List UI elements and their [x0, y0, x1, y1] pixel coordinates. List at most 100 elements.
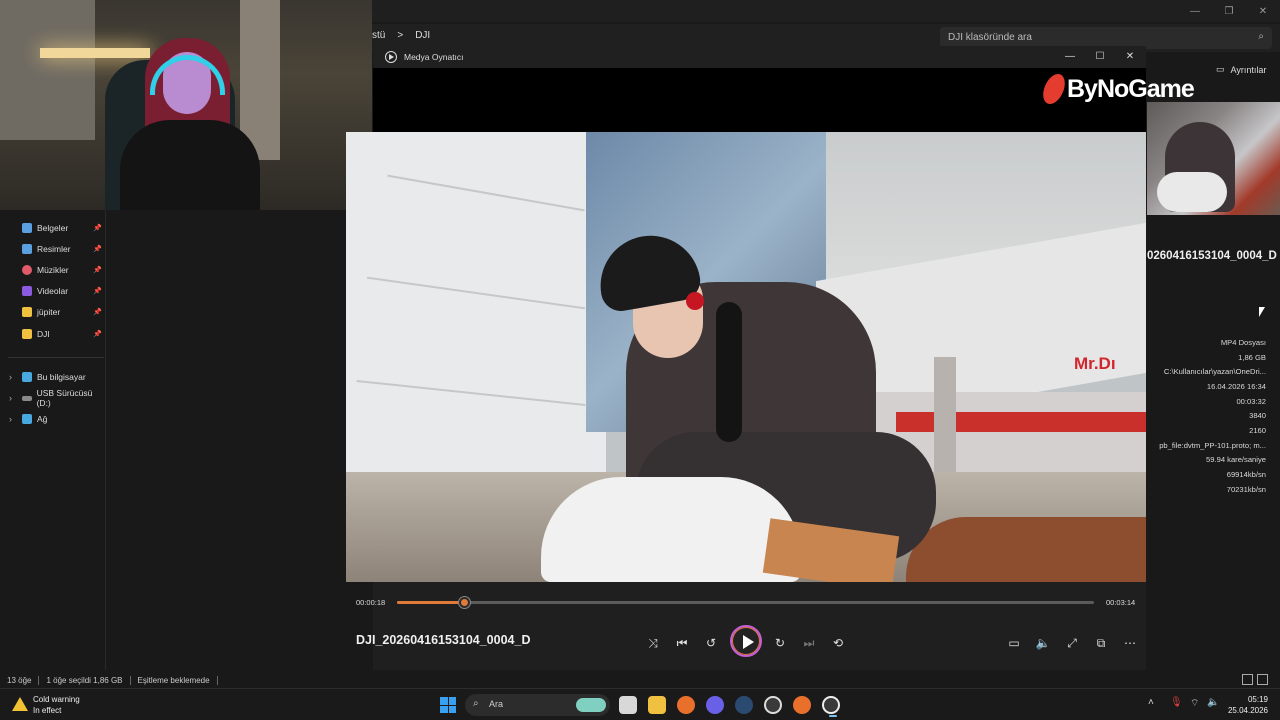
nav-label: DJI	[37, 329, 50, 339]
shuffle-icon[interactable]: ⤨	[642, 632, 664, 654]
nav-label: Bu bilgisayar	[37, 372, 86, 382]
video-thumbnail	[1147, 102, 1280, 215]
clock-date: 25.04.2026	[1227, 706, 1268, 715]
fullscreen-icon[interactable]: ⤢	[1061, 632, 1083, 654]
microphone-icon[interactable]: 🎙	[1170, 697, 1183, 708]
seek-handle[interactable]	[458, 597, 470, 608]
videos-icon	[22, 286, 32, 296]
miniplayer-icon[interactable]: ⧉	[1090, 632, 1112, 654]
nav-label: Videolar	[37, 286, 69, 296]
nav-label: USB Sürücüsü (D:)	[36, 388, 93, 408]
nav-item-videos[interactable]: Videolar 📌	[22, 284, 106, 298]
chevron-up-icon[interactable]: ˄	[1148, 697, 1154, 708]
details-label: Ayrıntılar	[1230, 64, 1267, 75]
minimize-icon[interactable]: —	[1055, 48, 1085, 66]
nav-label: Resimler	[37, 244, 71, 254]
details-button[interactable]: ▭ Ayrıntılar	[1216, 64, 1266, 75]
sync-status: Eşitleme beklemede	[131, 675, 218, 685]
network-icon[interactable]: ⌔	[1190, 697, 1199, 710]
documents-icon	[22, 223, 32, 233]
warning-icon[interactable]	[12, 697, 28, 711]
repeat-icon[interactable]: ⟲	[827, 632, 849, 654]
player-app-name: Medya Oynatıcı	[404, 52, 464, 62]
search-label: Ara	[489, 699, 504, 709]
firefox-icon[interactable]	[677, 696, 695, 714]
previous-icon[interactable]: ⏮	[671, 632, 693, 654]
task-view-icon[interactable]	[619, 696, 637, 714]
store-sign: Mr.Dı	[1074, 354, 1116, 373]
video-letterbox	[373, 68, 1146, 132]
media-player-taskbar-icon[interactable]	[822, 696, 840, 717]
property-value: 70231kb/sn	[1226, 485, 1266, 494]
nav-item-usb-drive[interactable]: › USB Sürücüsü (D:)	[9, 388, 106, 408]
pin-icon: 📌	[93, 331, 102, 338]
property-value: 3840	[1249, 411, 1266, 420]
restore-icon[interactable]: ❐	[1212, 0, 1246, 22]
volume-icon[interactable]: 🔈	[1032, 632, 1054, 654]
search-icon: ⌕	[473, 698, 479, 709]
clock[interactable]: 05:19 25.04.2026	[1228, 694, 1268, 716]
next-icon[interactable]: ⏭	[798, 632, 820, 654]
maximize-icon[interactable]: ☐	[1085, 48, 1115, 66]
navigation-pane: Belgeler 📌 Resimler 📌 Müzikler 📌 Videola…	[0, 210, 106, 670]
taskbar-search[interactable]: ⌕ Ara	[465, 694, 610, 716]
chevron-right-icon[interactable]: ›	[9, 414, 12, 424]
subtitles-icon[interactable]: ▭	[1003, 632, 1025, 654]
details-file-name: 0260416153104_0004_D	[1147, 250, 1277, 262]
close-icon[interactable]: ✕	[1115, 48, 1145, 66]
more-options-icon[interactable]: ⋯	[1119, 632, 1141, 654]
nav-item-pictures[interactable]: Resimler 📌	[22, 242, 106, 256]
weather-alert-sub: In effect	[33, 706, 62, 715]
pin-icon: 📌	[93, 225, 102, 232]
breadcrumb-item[interactable]: DJI	[415, 30, 430, 41]
nav-item-jupiter[interactable]: jüpiter 📌	[22, 305, 106, 319]
breadcrumb-item[interactable]: stü	[372, 30, 385, 41]
nav-label: Müzikler	[37, 265, 69, 275]
video-frame[interactable]: Mr.Dı	[346, 132, 1146, 582]
current-time: 00:00:18	[356, 598, 386, 607]
nav-label: Ağ	[37, 414, 48, 424]
media-player-window: Medya Oynatıcı — ☐ ✕ ByNoGame Mr.Dı 00:0…	[346, 46, 1195, 670]
property-value: pb_file:dvtm_PP-101.proto; m...	[1159, 441, 1266, 450]
file-explorer-icon[interactable]	[648, 696, 666, 714]
nav-item-documents[interactable]: Belgeler 📌	[22, 221, 106, 235]
nav-item-dji[interactable]: DJI 📌	[22, 327, 106, 341]
obs-icon[interactable]	[764, 696, 782, 714]
rewind-10-icon[interactable]: ↺	[700, 632, 722, 654]
property-value: 00:03:32	[1236, 397, 1266, 406]
weather-widget[interactable]: Cold warning In effect	[33, 694, 80, 716]
nav-item-this-pc[interactable]: › Bu bilgisayar	[9, 370, 106, 384]
play-button[interactable]	[730, 625, 762, 657]
breadcrumb[interactable]: stü > DJI	[372, 30, 430, 41]
network-icon	[22, 414, 32, 424]
tiles-view-icon[interactable]	[1257, 674, 1268, 685]
nav-item-music[interactable]: Müzikler 📌	[22, 263, 106, 277]
chevron-right-icon[interactable]: ›	[9, 372, 12, 382]
nav-divider	[8, 357, 104, 358]
pc-icon	[22, 372, 32, 382]
property-value: 59.94 kare/saniye	[1206, 455, 1266, 464]
taskbar: Cold warning In effect ⌕ Ara ˄ 🎙 ⌔ 🔈 05:…	[0, 688, 1280, 720]
discord-icon[interactable]	[706, 696, 724, 714]
seek-bar[interactable]	[397, 597, 1094, 608]
steam-icon[interactable]	[735, 696, 753, 714]
music-icon	[22, 265, 32, 275]
clock-time: 05:19	[1247, 695, 1268, 704]
pin-icon: 📌	[93, 309, 102, 316]
total-time: 00:03:14	[1106, 598, 1136, 607]
bynogame-logo-icon	[1039, 74, 1069, 104]
folder-icon	[22, 307, 32, 317]
close-icon[interactable]: ✕	[1246, 0, 1280, 22]
nav-item-network[interactable]: › Ağ	[9, 412, 106, 426]
minimize-icon[interactable]: —	[1178, 0, 1212, 22]
details-view-icon[interactable]	[1242, 674, 1253, 685]
weather-alert-title: Cold warning	[33, 695, 80, 704]
start-button[interactable]	[440, 697, 456, 713]
firefox-icon[interactable]	[793, 696, 811, 714]
property-value: MP4 Dosyası	[1220, 338, 1266, 347]
selection-info: 1 öğe seçildi 1,86 GB	[39, 675, 131, 685]
search-highlight-image	[576, 698, 606, 712]
volume-icon[interactable]: 🔈	[1207, 697, 1219, 708]
forward-30-icon[interactable]: ↻	[769, 632, 791, 654]
chevron-right-icon[interactable]: ›	[9, 393, 12, 403]
